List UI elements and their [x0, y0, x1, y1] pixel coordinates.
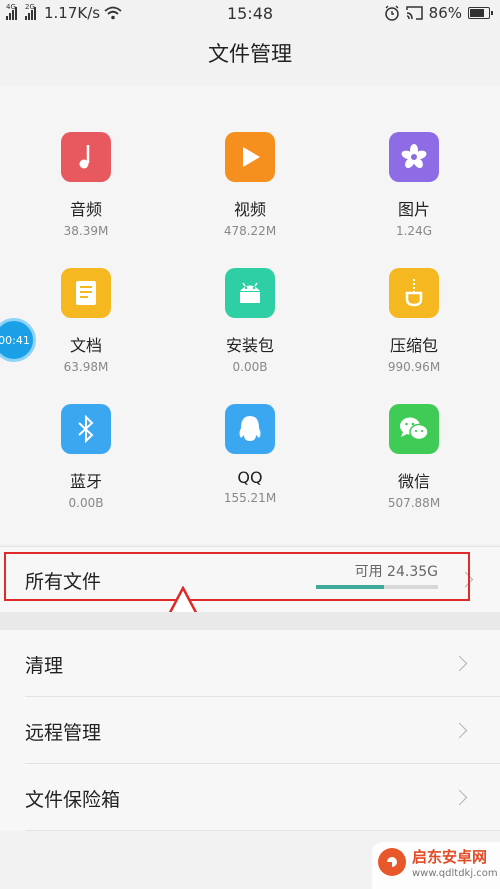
category-size: 38.39M: [63, 224, 109, 238]
category-size: 0.00B: [232, 360, 268, 374]
watermark-url: www.qdltdkj.com: [412, 868, 498, 879]
menu-list: 清理 远程管理 文件保险箱: [0, 630, 500, 831]
category-name: 文档: [69, 336, 102, 355]
category-audio[interactable]: 音频 38.39M: [26, 132, 146, 238]
category-name: 视频: [233, 200, 266, 219]
menu-item-safe-box[interactable]: 文件保险箱: [25, 764, 500, 831]
category-qq[interactable]: QQ 155.21M: [190, 404, 310, 505]
category-size: 478.22M: [223, 224, 277, 238]
highlight-box: [4, 552, 470, 601]
wechat-icon: [389, 404, 439, 454]
menu-item-remote-manage[interactable]: 远程管理: [25, 697, 500, 764]
android-icon: [225, 268, 275, 318]
category-size: 155.21M: [223, 491, 277, 505]
category-name: 压缩包: [389, 336, 438, 355]
category-name: 音频: [69, 200, 102, 219]
watermark-logo-icon: [378, 848, 406, 876]
status-bar: 4G 2G 1.17K/s 15:48 86%: [0, 0, 500, 28]
menu-item-label: 文件保险箱: [25, 789, 121, 811]
menu-item-label: 清理: [25, 655, 64, 677]
chevron-right-icon: [451, 722, 468, 739]
category-size: 1.24G: [395, 224, 433, 238]
battery-percent: 86%: [428, 4, 462, 22]
cast-icon: [405, 6, 423, 20]
category-size: 507.88M: [387, 496, 441, 510]
category-size: 0.00B: [68, 496, 104, 510]
music-note-icon: [61, 132, 111, 182]
category-documents[interactable]: 文档 63.98M: [26, 268, 146, 374]
category-name: 安装包: [225, 336, 274, 355]
play-icon: [225, 132, 275, 182]
alarm-icon: [384, 5, 399, 21]
category-images[interactable]: 图片 1.24G: [354, 132, 474, 238]
category-bluetooth[interactable]: 蓝牙 0.00B: [26, 404, 146, 510]
category-size: 990.96M: [387, 360, 441, 374]
watermark-title: 启东安卓网: [412, 848, 488, 866]
bluetooth-icon: [61, 404, 111, 454]
category-video[interactable]: 视频 478.22M: [190, 132, 310, 238]
section-divider: [0, 612, 500, 630]
battery-icon: [468, 7, 493, 19]
category-apk[interactable]: 安装包 0.00B: [190, 268, 310, 374]
category-name: 蓝牙: [69, 472, 102, 491]
chevron-right-icon: [451, 655, 468, 672]
flower-icon: [389, 132, 439, 182]
document-icon: [61, 268, 111, 318]
category-name: 微信: [397, 472, 430, 491]
category-grid: 音频 38.39M 视频 478.22M 图片 1.24G 文档 63.98M …: [0, 86, 500, 544]
category-name: 图片: [397, 200, 430, 219]
category-size: 63.98M: [63, 360, 109, 374]
chevron-right-icon: [451, 789, 468, 806]
zip-icon: [389, 268, 439, 318]
menu-item-clean[interactable]: 清理: [25, 630, 500, 697]
category-name: QQ: [237, 468, 263, 487]
qq-penguin-icon: [225, 404, 275, 454]
watermark: 启东安卓网 www.qdltdkj.com: [372, 842, 500, 889]
category-wechat[interactable]: 微信 507.88M: [354, 404, 474, 510]
menu-item-label: 远程管理: [25, 722, 102, 744]
category-archives[interactable]: 压缩包 990.96M: [354, 268, 474, 374]
page-title: 文件管理: [208, 42, 292, 66]
